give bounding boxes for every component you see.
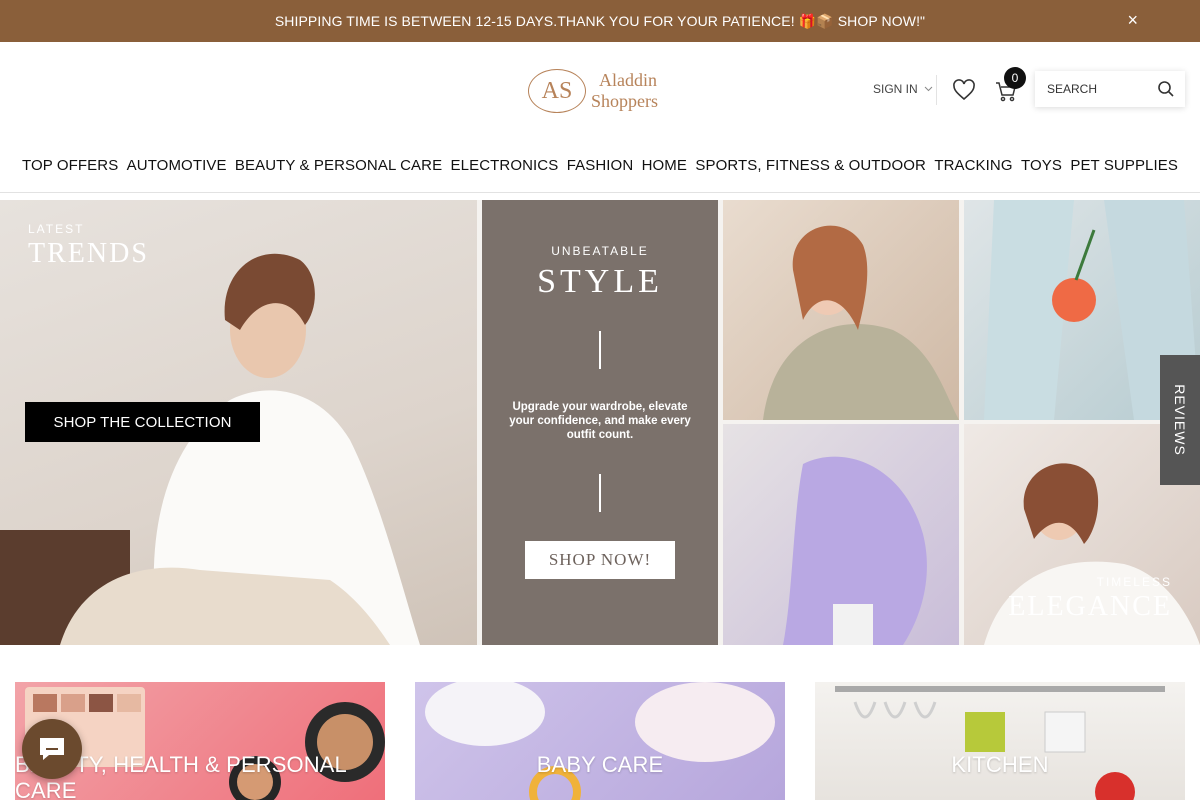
- nav-item-home[interactable]: HOME: [642, 157, 687, 174]
- trends-heading: TRENDS: [28, 238, 149, 269]
- lilac-dress-image: [783, 456, 927, 645]
- logo-mark: AS: [528, 69, 586, 113]
- search-icon[interactable]: [1157, 80, 1175, 98]
- nav-item-automotive[interactable]: AUTOMOTIVE: [127, 157, 227, 174]
- nav-item-toys[interactable]: TOYS: [1021, 157, 1062, 174]
- category-title: BABY CARE: [536, 752, 664, 777]
- chat-button[interactable]: [22, 719, 82, 779]
- woman-green-scarf-image: [763, 225, 959, 420]
- style-heading: STYLE: [537, 263, 663, 300]
- cart-count-badge: 0: [1004, 67, 1026, 89]
- header-divider: [936, 75, 937, 105]
- category-title: KITCHEN: [951, 752, 1049, 777]
- site-header: AS Aladdin Shoppers SIGN IN 0: [0, 42, 1200, 138]
- shop-collection-button[interactable]: SHOP THE COLLECTION: [25, 402, 260, 442]
- shop-now-button[interactable]: SHOP NOW!: [525, 541, 675, 579]
- logo-line1: Aladdin: [599, 70, 657, 90]
- logo-text: Aladdin Shoppers: [591, 70, 658, 112]
- heart-icon[interactable]: [952, 79, 976, 101]
- category-card-baby-care[interactable]: BABY CARE: [415, 682, 785, 800]
- category-cards: BEAUTY, HEALTH & PERSONAL CARE BABY CARE…: [0, 652, 1200, 800]
- timeless-label: TIMELESS: [1096, 575, 1172, 589]
- hero-image-top-left: [723, 200, 959, 420]
- nav-item-top-offers[interactable]: TOP OFFERS: [22, 157, 118, 174]
- hero-banner: LATEST TRENDS SHOP THE COLLECTION UNBEAT…: [0, 200, 1200, 645]
- nav-item-pet-supplies[interactable]: PET SUPPLIES: [1070, 157, 1178, 174]
- logo[interactable]: AS Aladdin Shoppers: [528, 69, 658, 113]
- main-nav: TOP OFFERS AUTOMOTIVE BEAUTY & PERSONAL …: [0, 138, 1200, 193]
- nav-item-fashion[interactable]: FASHION: [567, 157, 634, 174]
- latest-label: LATEST: [28, 222, 85, 236]
- divider-line: [599, 331, 601, 369]
- reviews-tab[interactable]: REVIEWS: [1160, 355, 1200, 485]
- announcement-text[interactable]: SHIPPING TIME IS BETWEEN 12-15 DAYS.THAN…: [275, 13, 925, 30]
- unbeatable-label: UNBEATABLE: [551, 244, 649, 258]
- sign-in-link[interactable]: SIGN IN: [873, 82, 933, 96]
- search-box: [1035, 71, 1185, 107]
- upgrade-text: Upgrade your wardrobe, elevate your conf…: [509, 401, 691, 441]
- category-card-kitchen[interactable]: KITCHEN: [815, 682, 1185, 800]
- search-input[interactable]: [1035, 71, 1145, 107]
- hero-text-panel: UNBEATABLE STYLE Upgrade your wardrobe, …: [482, 200, 718, 645]
- chat-icon: [40, 738, 64, 760]
- nav-item-sports[interactable]: SPORTS, FITNESS & OUTDOOR: [695, 157, 926, 174]
- nav-item-tracking[interactable]: TRACKING: [934, 157, 1012, 174]
- reviews-label: REVIEWS: [1172, 384, 1189, 456]
- sign-in-label: SIGN IN: [873, 82, 918, 96]
- nav-item-electronics[interactable]: ELECTRONICS: [451, 157, 559, 174]
- nav-item-beauty[interactable]: BEAUTY & PERSONAL CARE: [235, 157, 442, 174]
- close-icon[interactable]: ×: [1127, 10, 1138, 31]
- hero-image-bottom-left: [723, 424, 959, 645]
- announcement-bar: SHIPPING TIME IS BETWEEN 12-15 DAYS.THAN…: [0, 0, 1200, 42]
- elegance-heading: ELEGANCE: [1008, 591, 1172, 622]
- hero-image-left: LATEST TRENDS SHOP THE COLLECTION: [0, 200, 477, 645]
- divider-line: [599, 474, 601, 512]
- logo-line2: Shoppers: [591, 91, 658, 111]
- chevron-down-icon: [924, 86, 933, 92]
